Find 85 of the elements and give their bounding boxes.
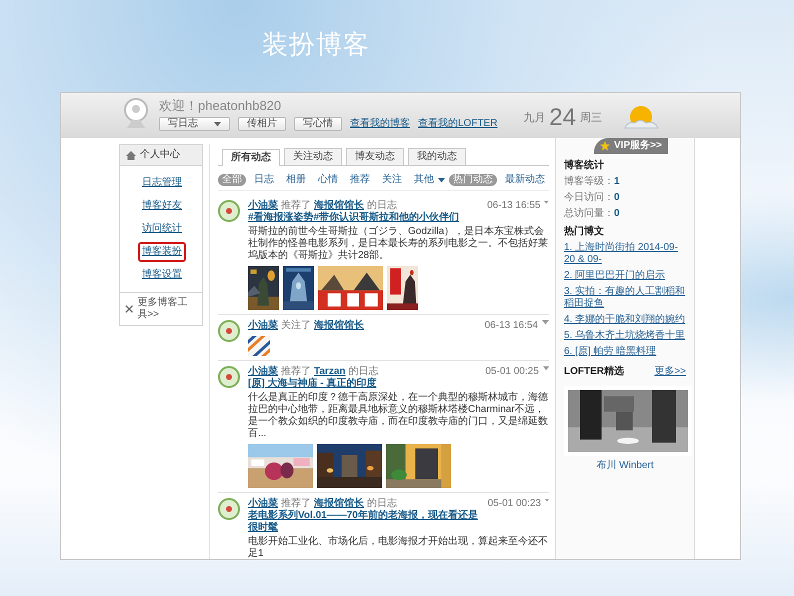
sort-link[interactable]: 最新动态 xyxy=(501,174,549,186)
action-text: 推荐了 xyxy=(281,200,311,212)
title-link[interactable]: [原] 大海与神庙 - 真正的印度 xyxy=(248,378,376,390)
home-icon xyxy=(126,150,136,160)
welcome-text: 欢迎！pheatonhb820 xyxy=(159,98,282,113)
post-text: 什么是真正的印度？德干高原深处，在一个典型的穆斯林城市，海德拉巴的中心地带，距离最具地标意义的穆斯林塔楼Charminar不远，是一个教众如织的印度教寺庙，而在印度教寺庙的门口，又是绵延数百... xyxy=(248,392,549,440)
source-text: 的日志 xyxy=(367,200,397,212)
user-link[interactable]: 小油菜 xyxy=(248,320,278,332)
user-link[interactable]: 小油菜 xyxy=(248,366,278,378)
source-text: 的日志 xyxy=(348,366,378,377)
caret-icon xyxy=(544,200,549,205)
feed-tab[interactable]: 关注动态 xyxy=(284,148,342,165)
section-title: LOFTER精选 xyxy=(564,366,624,379)
vip-tab[interactable]: VIP服务>> xyxy=(594,138,668,154)
stat-value: 0 xyxy=(614,192,620,204)
day-number: 24 xyxy=(549,105,576,131)
more-tools-link[interactable]: 更多博客工具>> xyxy=(137,297,197,321)
source-text: 的日志 xyxy=(367,498,397,510)
post-text: 哥斯拉的前世今生哥斯拉（ゴジラ、Godzilla），是日本东宝株式会社制作的怪兽电影系列，是日本最长寿的系列电影之一。不包括好莱坞版本的《哥斯拉》共计28部。 xyxy=(248,226,549,262)
stat-label: 总访问量： xyxy=(564,208,614,220)
slide-title: 装扮博客 xyxy=(262,28,370,60)
post-time: 06-13 16:54 xyxy=(484,320,538,332)
caret-icon xyxy=(542,366,549,371)
action-text: 推荐了 xyxy=(281,498,311,510)
post-text: 电影开始工业化、市场化后，电影海报才开始出现，算起来至今还不足1 xyxy=(248,536,549,559)
hot-post-link[interactable]: 2. 阿里巴巴开门的启示 xyxy=(564,270,686,282)
feed-tab[interactable]: 所有动态 xyxy=(222,149,280,166)
action-text: 关注了 xyxy=(281,320,311,332)
avatar-icon xyxy=(218,200,240,222)
month-text: 九月 xyxy=(523,112,546,124)
header-button[interactable]: 传相片 xyxy=(238,117,286,131)
more-link[interactable]: 更多>> xyxy=(654,366,686,378)
section-title: 博客统计 xyxy=(564,160,605,172)
hot-post-link[interactable]: 1. 上海时尚街拍 2014-09-20 & 09- xyxy=(564,242,686,266)
star-icon xyxy=(600,141,610,151)
avatar-icon xyxy=(218,498,240,520)
stat-value: 1 xyxy=(614,176,620,188)
filter-link[interactable]: 推荐 xyxy=(346,174,374,186)
filter-link[interactable]: 日志 xyxy=(250,174,278,186)
stat-value: 0 xyxy=(614,208,620,220)
title-link[interactable]: #看海报涨姿势#带你认识哥斯拉和他的小伙伴们 xyxy=(248,212,460,224)
post-time: 05-01 00:23 xyxy=(488,498,541,510)
stat-label: 博客等级： xyxy=(564,176,614,188)
hot-post-link[interactable]: 5. 乌鲁木齐土坑烧烤香十里 xyxy=(564,330,686,342)
title-link[interactable]: 老电影系列Vol.01——70年前的老海报，现在看还是很时髦 xyxy=(248,510,484,534)
header-button[interactable]: 写心情 xyxy=(294,117,342,131)
user-link[interactable]: 小油菜 xyxy=(248,200,278,212)
caret-icon xyxy=(214,122,221,126)
sidebar-item[interactable]: 博客装扮 xyxy=(138,242,186,262)
post-time: 06-13 16:55 xyxy=(487,200,540,212)
avatar-icon xyxy=(121,98,151,130)
user-link[interactable]: 小油菜 xyxy=(248,498,278,510)
hot-post-link[interactable]: 4. 李娜的干脆和刘翔的婉约 xyxy=(564,314,686,326)
author-link[interactable]: 海报馆馆长 xyxy=(314,200,364,212)
section-title: 热门博文 xyxy=(564,226,605,238)
caret-icon xyxy=(542,320,549,325)
header-button[interactable]: 写日志 xyxy=(159,117,230,131)
filter-link[interactable]: 心情 xyxy=(314,174,342,186)
feed-tab[interactable]: 我的动态 xyxy=(408,148,466,165)
sidebar-item[interactable]: 日志管理 xyxy=(138,173,186,193)
photo-caption[interactable]: 布川 Winbert xyxy=(596,460,654,471)
hot-post-link[interactable]: 3. 实拍：有趣的人工割稻和稻田捉鱼 xyxy=(564,286,686,310)
action-text: 推荐了 xyxy=(281,366,311,377)
avatar-icon xyxy=(218,366,240,388)
hot-post-link[interactable]: 6. [原] 帕劳 暗黑料理 xyxy=(564,346,686,358)
filter-link[interactable]: 相册 xyxy=(282,174,310,186)
author-link[interactable]: 海报馆馆长 xyxy=(314,320,364,332)
sidebar-item[interactable]: 访问统计 xyxy=(138,219,186,239)
filter-link[interactable]: 其他 xyxy=(410,174,449,186)
sidebar-title: 个人中心 xyxy=(140,149,180,161)
weekday-text: 周三 xyxy=(580,112,602,124)
sidebar-item[interactable]: 博客设置 xyxy=(138,265,186,285)
stat-label: 今日访问： xyxy=(564,192,614,204)
author-link[interactable]: Tarzan xyxy=(314,366,346,378)
header-link[interactable]: 查看我的博客 xyxy=(350,118,410,130)
filter-link[interactable]: 关注 xyxy=(378,174,406,186)
caret-icon xyxy=(438,178,445,182)
caret-icon xyxy=(545,498,549,503)
post-time: 05-01 00:25 xyxy=(485,366,539,378)
header-link[interactable]: 查看我的LOFTER xyxy=(418,118,498,130)
tools-icon xyxy=(125,304,134,314)
avatar-icon xyxy=(218,320,240,342)
author-link[interactable]: 海报馆馆长 xyxy=(314,498,364,510)
sidebar-item[interactable]: 博客好友 xyxy=(138,196,186,216)
feed-tab[interactable]: 博友动态 xyxy=(346,148,404,165)
